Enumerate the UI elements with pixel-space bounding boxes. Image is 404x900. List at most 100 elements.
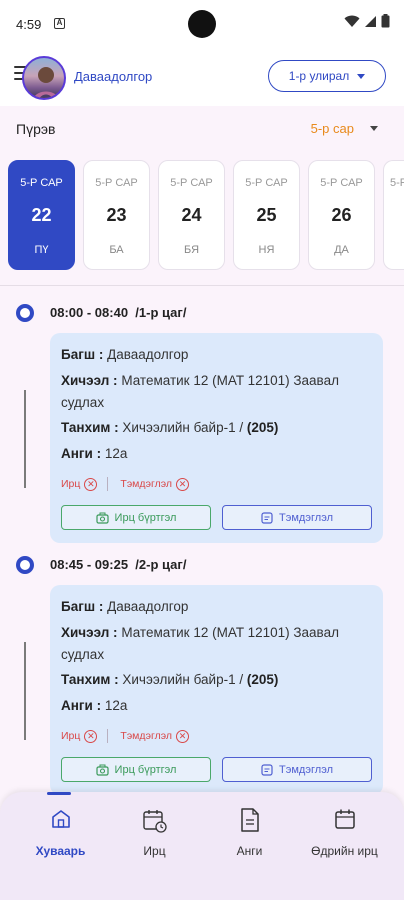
separator [107,729,109,743]
lesson-card[interactable]: Багш : Даваадолгор Хичээл : Математик 12… [50,585,383,795]
day-number: 22 [31,205,52,225]
note-icon [261,763,273,776]
day-weekday: НЯ [258,244,275,256]
close-circle-icon: ✕ [84,477,98,491]
slot-time-range: 08:00 - 08:40 [50,305,129,320]
teacher-value: Даваадолгор [107,599,189,614]
calendar-icon [334,809,355,829]
day-card[interactable]: 5-Р САР 22 ПҮ [8,160,75,270]
teacher-row: Багш : Даваадолгор [61,344,376,366]
note-status-label: Тэмдэглэл [120,478,172,490]
note-button-label: Тэмдэглэл [278,763,334,776]
note-button[interactable]: Тэмдэглэл [222,757,372,782]
class-row: Анги : 12а [61,695,376,717]
nav-label: Өдрийн ирц [311,844,378,858]
day-month: 5-Р САР [20,177,63,189]
day-selector: 5-Р САР 22 ПҮ 5-Р САР 23 БА 5-Р САР 24 Б… [8,160,404,270]
month-select[interactable]: 5-р сар [311,121,354,136]
close-circle-icon: ✕ [175,729,189,743]
timeline-line [24,642,26,740]
class-value: 12а [104,446,128,461]
attendance-button-label: Ирц бүртгэл [114,511,177,524]
day-month: 5-Р САР [170,177,213,189]
date-row: Пүрэв 5-р сар [0,106,404,152]
teacher-row: Багш : Даваадолгор [61,596,376,618]
lesson-card[interactable]: Багш : Даваадолгор Хичээл : Математик 12… [50,333,383,543]
status-line: Ирц ✕ Тэмдэглэл ✕ [61,477,189,491]
class-label: Анги : [61,698,102,713]
status-icons [344,14,390,28]
day-number: 26 [331,205,352,225]
room-number: (205) [246,420,279,435]
timeline-line [24,390,26,488]
avatar[interactable] [22,56,66,100]
lesson-label: Хичээл : [61,373,118,388]
nav-item-schedule[interactable]: Хуваарь [10,792,111,882]
home-icon [51,810,70,828]
note-button-label: Тэмдэглэл [278,511,334,524]
room-row: Танхим : Хичээлийн байр-1 / (205) [61,417,376,439]
lesson-label: Хичээл : [61,625,118,640]
attendance-button[interactable]: Ирц бүртгэл [61,757,211,782]
wifi-icon [344,15,360,27]
semester-select[interactable]: 1-р улирал [268,60,386,92]
divider [0,285,404,286]
day-card[interactable]: 5-Р САР 24 БЯ [158,160,225,270]
day-month: 5-Р САР [245,177,288,189]
lesson-row: Хичээл : Математик 12 (MAT 12101) Заавал… [61,370,376,414]
attendance-status-label: Ирц [61,478,81,490]
day-card[interactable]: 5-Р САР 25 НЯ [233,160,300,270]
slot-period: /2-р цаг/ [135,557,187,572]
avatar-photo [33,67,59,98]
status-bar: 4:59 A [0,0,404,44]
close-circle-icon: ✕ [84,729,98,743]
class-label: Анги : [61,446,102,461]
close-circle-icon: ✕ [175,477,189,491]
room-number: (205) [246,672,279,687]
slot-dot-icon [16,304,34,322]
day-number: 23 [106,205,127,225]
separator [107,477,109,491]
nav-label: Ирц [143,844,166,858]
room-value: Хичээлийн байр-1 / [122,672,244,687]
nav-label: Анги [236,844,263,858]
user-name[interactable]: Даваадолгор [74,69,152,84]
day-card[interactable]: 5-Р САР [383,160,404,270]
slot-time: 08:45 - 09:25 /2-р цаг/ [50,557,186,572]
attendance-button[interactable]: Ирц бүртгэл [61,505,211,530]
calendar-clock-icon [142,810,167,833]
day-month: 5-Р САР [95,177,138,189]
signal-icon [365,15,376,27]
nav-item-class[interactable]: Анги [199,792,300,882]
app-header: Даваадолгор 1-р улирал [0,44,404,106]
day-weekday: БА [109,244,124,256]
day-number: 25 [256,205,277,225]
day-weekday: ДА [334,244,349,256]
slot-time: 08:00 - 08:40 /1-р цаг/ [50,305,186,320]
teacher-value: Даваадолгор [107,347,189,362]
room-label: Танхим : [61,672,119,687]
month-dropdown-icon[interactable] [370,126,378,131]
room-value: Хичээлийн байр-1 / [122,420,244,435]
nav-item-attendance[interactable]: Ирц [104,792,205,882]
dropdown-arrow-icon [357,73,366,79]
camera-cutout [188,10,216,38]
attendance-button-label: Ирц бүртгэл [114,763,177,776]
semester-label: 1-р улирал [288,69,350,83]
note-button[interactable]: Тэмдэглэл [222,505,372,530]
day-weekday: ПҮ [34,244,49,256]
attendance-status-label: Ирц [61,730,81,742]
day-weekday: БЯ [183,244,200,256]
nav-item-daily-attendance[interactable]: Өдрийн ирц [294,792,395,882]
bottom-nav: Хуваарь Ирц Анги Өдрийн ирц [0,792,404,900]
day-card[interactable]: 5-Р САР 26 ДА [308,160,375,270]
day-card[interactable]: 5-Р САР 23 БА [83,160,150,270]
notification-a-icon: A [54,18,65,29]
battery-icon [381,14,390,28]
teacher-label: Багш : [61,347,104,362]
day-month: 5-Р САР [320,177,363,189]
day-number: 24 [181,205,202,225]
document-icon [240,808,259,832]
camera-icon [95,764,109,776]
slot-dot-icon [16,556,34,574]
